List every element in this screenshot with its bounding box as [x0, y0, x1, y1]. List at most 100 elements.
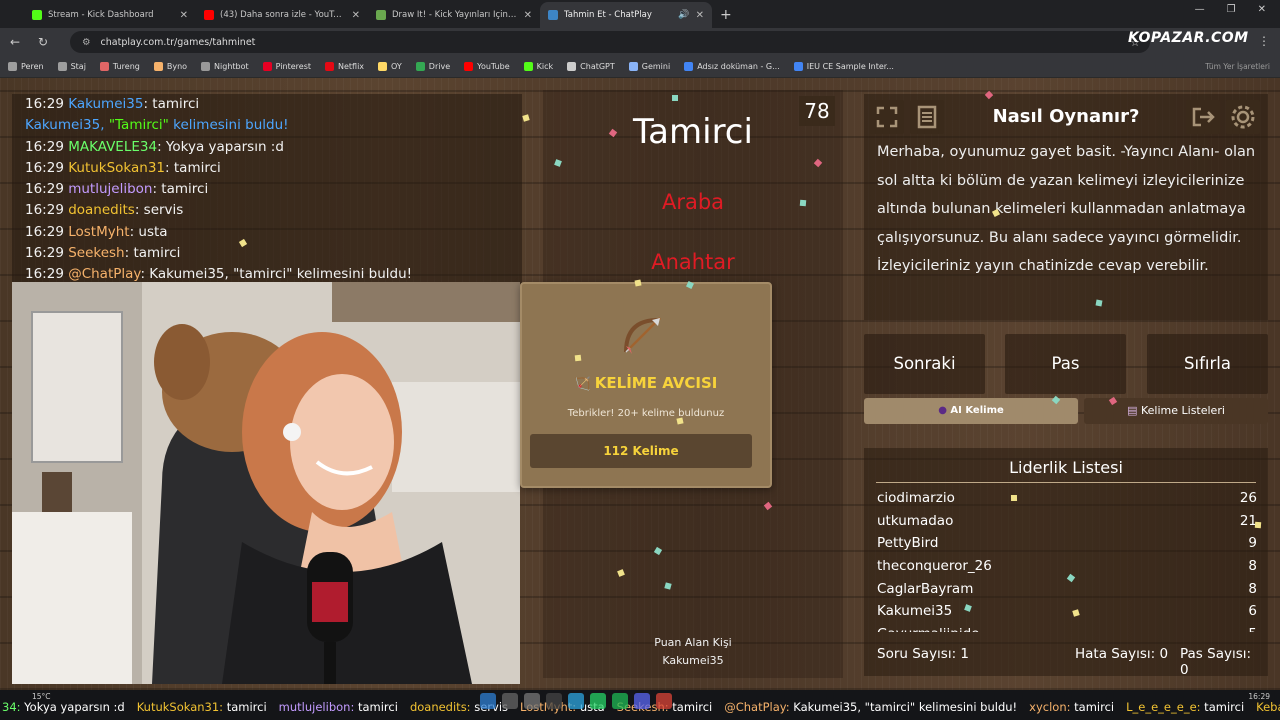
fullscreen-icon[interactable]	[870, 100, 904, 134]
close-tab-icon[interactable]: ✕	[180, 10, 188, 21]
tab-favicon-icon	[548, 10, 558, 20]
error-count: Hata Sayısı: 0	[1075, 646, 1169, 662]
how-to-play-text: Merhaba, oyunumuz gayet basit. -Yayıncı …	[877, 144, 1256, 275]
word-count-button[interactable]: 112 Kelime	[530, 434, 752, 468]
leaderboard-row: Kakumei35 6	[877, 603, 1257, 626]
forbidden-word: Anahtar	[651, 250, 735, 274]
forbidden-word: Araba	[661, 190, 725, 214]
bookmark-icon	[684, 62, 694, 71]
close-tab-icon[interactable]: ✕	[696, 10, 704, 21]
tab-title: (43) Daha sonra izle - YouTube	[220, 10, 346, 20]
bookmark-icon	[262, 62, 272, 71]
scorer-label: Puan Alan Kişi	[654, 636, 732, 649]
bookmark-icon	[8, 62, 17, 71]
how-to-play-title: Nasıl Oynanır?	[992, 106, 1140, 127]
new-tab-button[interactable]: +	[720, 2, 732, 28]
leaderboard-divider	[876, 482, 1256, 483]
bookmark-item[interactable]: YouTube	[464, 62, 510, 71]
bookmark-item[interactable]: Gemini	[628, 62, 670, 71]
bookmark-item[interactable]: Kick	[523, 62, 553, 71]
close-window-icon[interactable]: ✕	[1258, 4, 1266, 15]
files-icon[interactable]	[524, 693, 540, 709]
ticker-message: mutlujelibon: tamirci	[278, 700, 398, 714]
spotify-icon[interactable]	[612, 693, 628, 709]
leaderboard-title: Liderlik Listesi	[1009, 458, 1123, 477]
bookmark-icon	[793, 62, 803, 71]
leaderboard-row: PettyBird 9	[877, 535, 1257, 558]
ai-word-button[interactable]: ● AI Kelime	[864, 398, 1078, 424]
notes-icon[interactable]	[910, 100, 944, 134]
bookmark-item[interactable]: Pinterest	[262, 62, 311, 71]
weather-widget[interactable]: 15°C	[32, 692, 51, 702]
browser-tab[interactable]: Tahmin Et - ChatPlay 🔊 ✕	[540, 2, 712, 28]
bookmark-item[interactable]: Byno	[153, 62, 187, 71]
bookmark-icon	[201, 62, 211, 71]
browser-tab[interactable]: (43) Daha sonra izle - YouTube ✕	[196, 2, 368, 28]
telegram-icon[interactable]	[568, 693, 584, 709]
tab-strip: Stream - Kick Dashboard ✕ (43) Daha sonr…	[0, 0, 1280, 28]
bookmark-icon	[567, 62, 577, 71]
bookmark-item[interactable]: Tureng	[99, 62, 140, 71]
bookmark-icon	[464, 62, 474, 71]
bookmark-item[interactable]: Peren	[8, 62, 44, 71]
close-tab-icon[interactable]: ✕	[352, 10, 360, 21]
minimize-icon[interactable]: —	[1195, 4, 1205, 15]
reload-icon[interactable]: ↻	[36, 35, 50, 49]
confetti-piece	[634, 279, 642, 287]
browser-tab[interactable]: Draw It! - Kick Yayınları İçin Çizi... ✕	[368, 2, 540, 28]
maximize-icon[interactable]: ❐	[1227, 4, 1236, 15]
robot-icon: ●	[938, 405, 947, 416]
confetti-piece	[574, 354, 582, 362]
tab-favicon-icon	[32, 10, 42, 20]
browser-menu-icon[interactable]: ⋮	[1258, 34, 1270, 48]
player-score: 8	[1248, 580, 1257, 597]
bookmark-item[interactable]: Netflix	[325, 62, 364, 71]
all-bookmarks[interactable]: Tüm Yer İşaretleri	[1205, 62, 1270, 71]
tab-title: Stream - Kick Dashboard	[48, 10, 154, 20]
confetti-piece	[676, 417, 684, 425]
bookmark-item[interactable]: Adsız doküman - G...	[684, 62, 780, 71]
ticker-message: KebanBaraji: tamirci	[1256, 700, 1280, 714]
browser-tab[interactable]: Stream - Kick Dashboard ✕	[24, 2, 196, 28]
ticker-message: 34: Yokya yaparsın :d	[2, 700, 125, 714]
list-icon: ▤	[1127, 404, 1138, 417]
back-icon[interactable]: ←	[8, 35, 22, 49]
search-icon[interactable]	[502, 693, 518, 709]
leaderboard-row: CaglarBayram 8	[877, 581, 1257, 604]
bookmark-item[interactable]: ChatGPT	[567, 62, 615, 71]
player-score: 5	[1248, 626, 1257, 632]
site-info-icon[interactable]: ⚙	[82, 37, 91, 48]
clock[interactable]: 16:29	[1248, 692, 1270, 702]
bookmark-icon	[57, 62, 67, 71]
url-text: chatplay.com.tr/games/tahminet	[100, 36, 256, 48]
how-to-play-panel: Nasıl Oynanır? Merhaba, oyunumuz gayet b…	[864, 94, 1268, 320]
close-tab-icon[interactable]: ✕	[524, 10, 532, 21]
bookmark-item[interactable]: IEU CE Sample Inter...	[793, 62, 894, 71]
logout-icon[interactable]	[1186, 100, 1220, 134]
start-icon[interactable]	[480, 693, 496, 709]
next-button[interactable]: Sonraki	[864, 334, 985, 394]
player-name: Kakumei35	[877, 603, 953, 620]
settings-gear-icon[interactable]	[1226, 100, 1260, 134]
player-name: CaglarBayram	[877, 580, 974, 597]
pass-button[interactable]: Pas	[1005, 334, 1126, 394]
tab-favicon-icon	[204, 10, 214, 20]
chrome-icon[interactable]	[656, 693, 672, 709]
reset-button[interactable]: Sıfırla	[1147, 334, 1268, 394]
discord-icon[interactable]	[634, 693, 650, 709]
leaderboard-list[interactable]: ciodimarzio 26 utkumadao 21 PettyBird 9 thecon…	[877, 490, 1257, 632]
app-icon[interactable]	[546, 693, 562, 709]
confetti-piece	[1010, 494, 1018, 502]
leaderboard-row: Gavurmalijpide 5	[877, 626, 1257, 632]
bow-arrow-icon	[620, 314, 664, 358]
whatsapp-icon[interactable]	[590, 693, 606, 709]
url-field[interactable]: ⚙ chatplay.com.tr/games/tahminet ☆	[70, 31, 1150, 53]
confetti-piece	[1095, 299, 1103, 307]
bookmark-item[interactable]: Nightbot	[201, 62, 249, 71]
sound-icon[interactable]: 🔊	[678, 10, 689, 20]
bookmark-item[interactable]: Staj	[57, 62, 86, 71]
bookmark-item[interactable]: OY	[378, 62, 402, 71]
bookmark-item[interactable]: Drive	[415, 62, 450, 71]
player-score: 6	[1248, 603, 1257, 620]
bookmark-icon	[378, 62, 388, 71]
